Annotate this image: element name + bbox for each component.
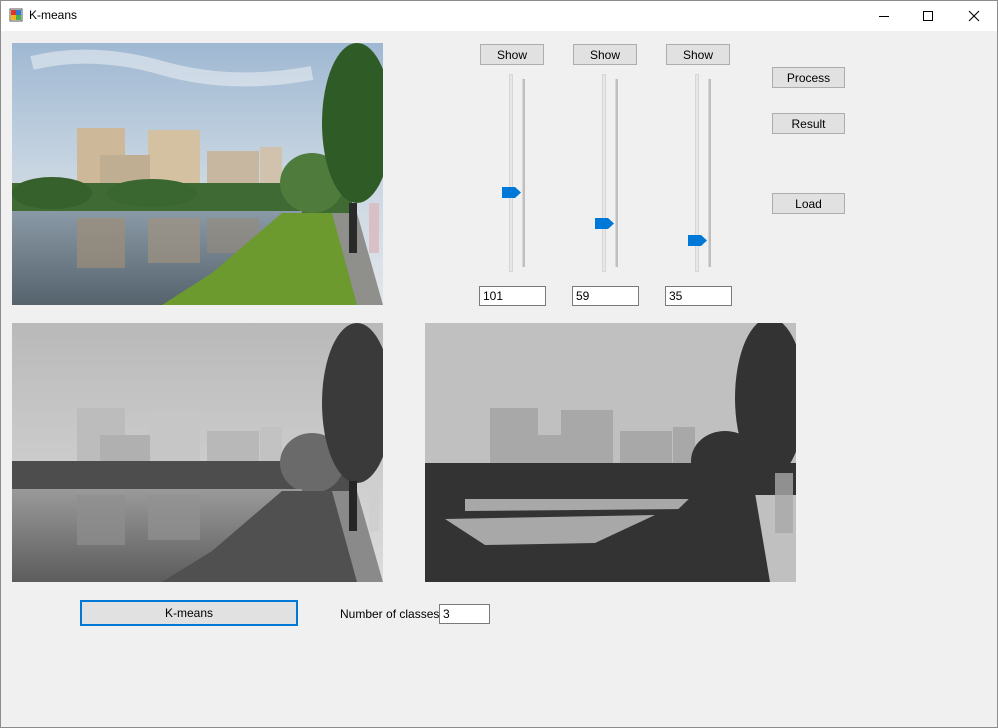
close-button[interactable] — [951, 0, 997, 31]
show-channel-2-button[interactable]: Show — [573, 44, 637, 65]
show-channel-3-button[interactable]: Show — [666, 44, 730, 65]
slider-2-value-field[interactable]: 59 — [572, 286, 639, 306]
slider-2-thumb[interactable] — [595, 218, 614, 229]
slider-1-value-field[interactable]: 101 — [479, 286, 546, 306]
title-bar: K-means — [0, 0, 998, 31]
maximize-icon — [923, 10, 933, 21]
result-button[interactable]: Result — [772, 113, 845, 134]
show-channel-1-button[interactable]: Show — [480, 44, 544, 65]
close-icon — [968, 10, 980, 21]
load-button[interactable]: Load — [772, 193, 845, 214]
slider-1-thumb[interactable] — [502, 187, 521, 198]
slider-2-track[interactable] — [602, 74, 606, 272]
classes-input[interactable]: 3 — [439, 604, 490, 624]
original-image — [12, 43, 383, 305]
slider-1-tick-line — [522, 79, 525, 267]
grayscale-image — [12, 323, 383, 582]
classes-label: Number of classes: — [340, 607, 443, 621]
kmeans-result-image — [425, 323, 796, 582]
app-icon — [9, 8, 23, 22]
kmeans-button[interactable]: K-means — [80, 600, 298, 626]
slider-1-track[interactable] — [509, 74, 513, 272]
maximize-button[interactable] — [905, 0, 951, 31]
slider-3-tick-line — [708, 79, 711, 267]
slider-3-thumb[interactable] — [688, 235, 707, 246]
minimize-button[interactable] — [861, 0, 907, 31]
window-title: K-means — [29, 8, 78, 22]
process-button[interactable]: Process — [772, 67, 845, 88]
slider-2-tick-line — [615, 79, 618, 267]
minimize-icon — [879, 15, 889, 17]
slider-3-value-field[interactable]: 35 — [665, 286, 732, 306]
